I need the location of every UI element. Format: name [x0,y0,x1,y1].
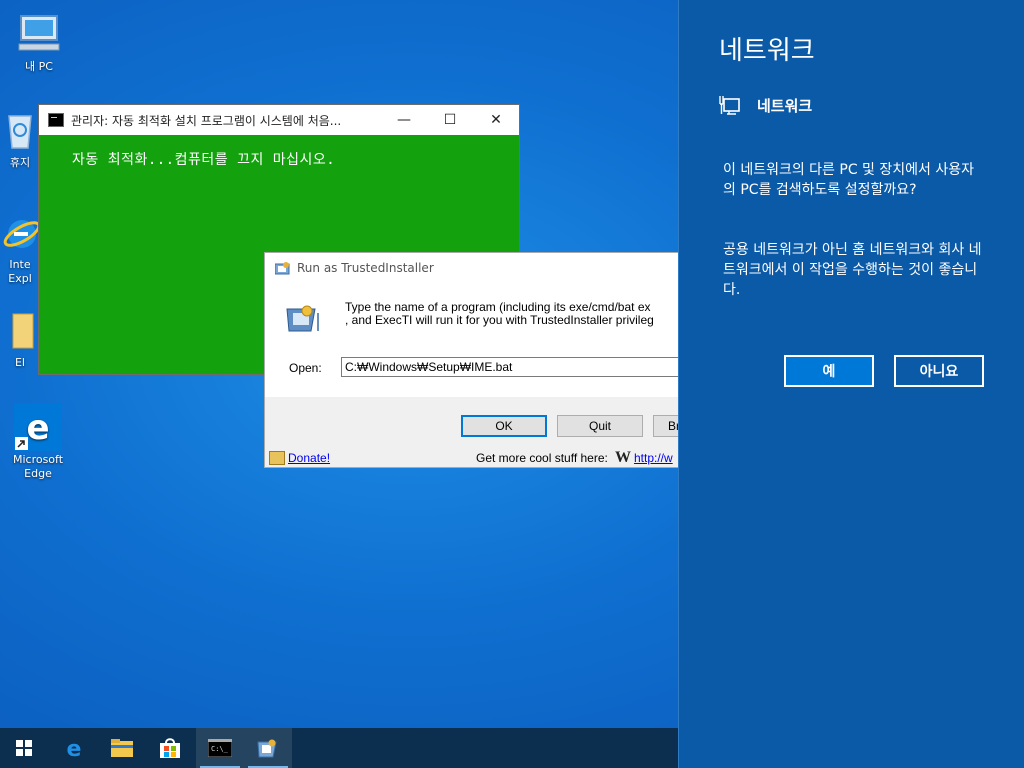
dialog-description-line2: , and ExecTI will run it for you with Tr… [345,313,654,327]
quit-button[interactable]: Quit [557,415,643,437]
donate-icon [269,451,285,465]
dialog-title: Run as TrustedInstaller [297,261,434,275]
edge-icon: e [14,403,62,451]
cmd-icon [48,113,64,127]
ok-button[interactable]: OK [461,415,547,437]
run-as-ti-icon [257,739,277,758]
footer-link[interactable]: http://w [634,451,673,465]
start-button[interactable] [0,728,48,768]
taskbar-edge[interactable]: e [50,728,98,768]
desktop-icon-label: Inte Expl [8,258,32,285]
network-flyout: 네트워크 네트워크 이 네트워크의 다른 PC 및 장치에서 사용자의 PC를 … [678,0,1024,768]
close-button[interactable]: ✕ [473,105,519,135]
console-output: 자동 최적화...컴퓨터를 끄지 마십시오. [72,152,336,168]
desktop-icon-label: 휴지 [9,156,31,169]
maximize-button[interactable]: ☐ [427,105,473,135]
dialog-title-bar[interactable]: Run as TrustedInstaller [265,253,678,283]
desktop-icon-internet-explorer[interactable]: Inte Expl [0,208,40,286]
taskbar-run-as-ti[interactable] [244,728,292,768]
cmd-icon: C:\_ [208,739,232,757]
internet-explorer-icon [0,208,40,256]
recycle-bin-icon [0,106,40,154]
open-input[interactable]: C:₩Windows₩Setup₩IME.bat [341,357,678,377]
network-name: 네트워크 [757,96,813,115]
file-explorer-icon [111,739,133,757]
taskbar-file-explorer[interactable] [98,728,146,768]
footer-text: Get more cool stuff here: [476,451,608,465]
store-icon [160,738,180,758]
desktop-icon-folder[interactable]: El [0,306,40,370]
open-label: Open: [289,361,322,375]
discovery-hint: 공용 네트워크가 아닌 홈 네트워크와 회사 네트워크에서 이 작업을 수행하는… [723,242,982,298]
winaero-icon: W [615,449,631,466]
desktop-icon-label: Microsoft Edge [12,453,64,480]
ethernet-icon [719,96,740,115]
taskbar-cmd[interactable]: C:\_ [196,728,244,768]
dialog-body: Type the name of a program (including it… [265,283,678,397]
svg-text:C:\_: C:\_ [211,745,229,753]
desktop-icon-edge[interactable]: e Microsoft Edge [8,403,68,481]
console-title-bar[interactable]: 관리자: 자동 최적화 설치 프로그램이 시스템에 처음... — ☐ ✕ [39,105,519,135]
run-as-ti-icon [275,262,290,275]
start-icon [16,740,32,756]
folder-icon [0,306,40,354]
dialog-footer: Donate! Get more cool stuff here: W http… [265,449,678,467]
computer-icon [15,10,63,58]
network-item[interactable]: 네트워크 [719,94,812,116]
run-as-trustedinstaller-dialog[interactable]: Run as TrustedInstaller Type the name of… [264,252,678,468]
desktop-icon-this-pc[interactable]: 내 PC [9,10,69,74]
no-button[interactable]: 아니요 [894,355,984,387]
browse-button[interactable]: Br [653,415,678,437]
taskbar-store[interactable] [146,728,194,768]
taskbar: e C:\_ [0,728,678,768]
console-title: 관리자: 자동 최적화 설치 프로그램이 시스템에 처음... [71,113,342,128]
flyout-title: 네트워크 [719,36,815,66]
run-program-icon [286,305,319,332]
desktop-icon-label: 내 PC [25,60,53,73]
desktop-icon-label: El [14,356,25,369]
yes-button[interactable]: 예 [784,355,874,387]
svg-text:e: e [67,737,82,759]
svg-text:e: e [26,408,49,448]
desktop-icon-recycle-bin[interactable]: 휴지 [0,106,40,170]
minimize-button[interactable]: — [381,105,427,135]
donate-link[interactable]: Donate! [288,451,330,465]
edge-icon: e [67,737,82,759]
dialog-description: Type the name of a program (including it… [345,301,654,327]
discovery-question: 이 네트워크의 다른 PC 및 장치에서 사용자의 PC를 검색하도록 설정할까… [723,162,974,198]
